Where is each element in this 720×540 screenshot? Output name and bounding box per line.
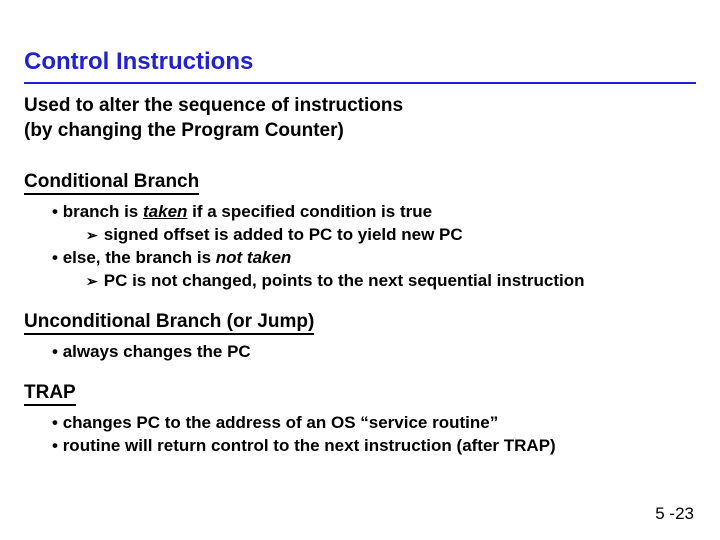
bullet-item: else, the branch is not taken PC is not … [52, 247, 696, 293]
bullets-trap: changes PC to the address of an OS “serv… [24, 412, 696, 458]
emphasis-not-taken: not taken [216, 248, 292, 267]
bullet-text: routine will return control to the next … [63, 436, 556, 455]
bullet-item: branch is taken if a specified condition… [52, 201, 696, 247]
bullet-item: always changes the PC [52, 341, 696, 364]
slide: Control Instructions Used to alter the s… [0, 0, 720, 540]
bullets-unconditional: always changes the PC [24, 341, 696, 364]
sub-bullet-text: PC is not changed, points to the next se… [104, 271, 585, 290]
bullet-text: always changes the PC [63, 342, 251, 361]
slide-title: Control Instructions [24, 48, 696, 84]
bullet-item: changes PC to the address of an OS “serv… [52, 412, 696, 435]
bullet-text: changes PC to the address of an OS “serv… [63, 413, 499, 432]
section-unconditional: Unconditional Branch (or Jump) always ch… [24, 311, 696, 364]
bullet-text: else, the branch is [63, 248, 216, 267]
bullets-conditional: branch is taken if a specified condition… [24, 201, 696, 293]
heading-unconditional: Unconditional Branch (or Jump) [24, 311, 314, 335]
section-trap: TRAP changes PC to the address of an OS … [24, 382, 696, 458]
bullet-item: routine will return control to the next … [52, 435, 696, 458]
heading-trap: TRAP [24, 382, 76, 406]
sub-bullets: PC is not changed, points to the next se… [52, 270, 696, 293]
heading-conditional: Conditional Branch [24, 171, 199, 195]
sub-bullet-item: signed offset is added to PC to yield ne… [86, 224, 696, 247]
sub-bullet-text: signed offset is added to PC to yield ne… [104, 225, 463, 244]
page-number: 5 -23 [655, 504, 694, 524]
bullet-text: branch is [63, 202, 143, 221]
sub-bullet-item: PC is not changed, points to the next se… [86, 270, 696, 293]
sub-bullets: signed offset is added to PC to yield ne… [52, 224, 696, 247]
bullet-text: if a specified condition is true [187, 202, 432, 221]
intro-line-1: Used to alter the sequence of instructio… [24, 95, 403, 116]
emphasis-taken: taken [143, 202, 187, 221]
section-conditional: Conditional Branch branch is taken if a … [24, 171, 696, 293]
intro-text: Used to alter the sequence of instructio… [24, 94, 696, 143]
intro-line-2: (by changing the Program Counter) [24, 120, 344, 141]
